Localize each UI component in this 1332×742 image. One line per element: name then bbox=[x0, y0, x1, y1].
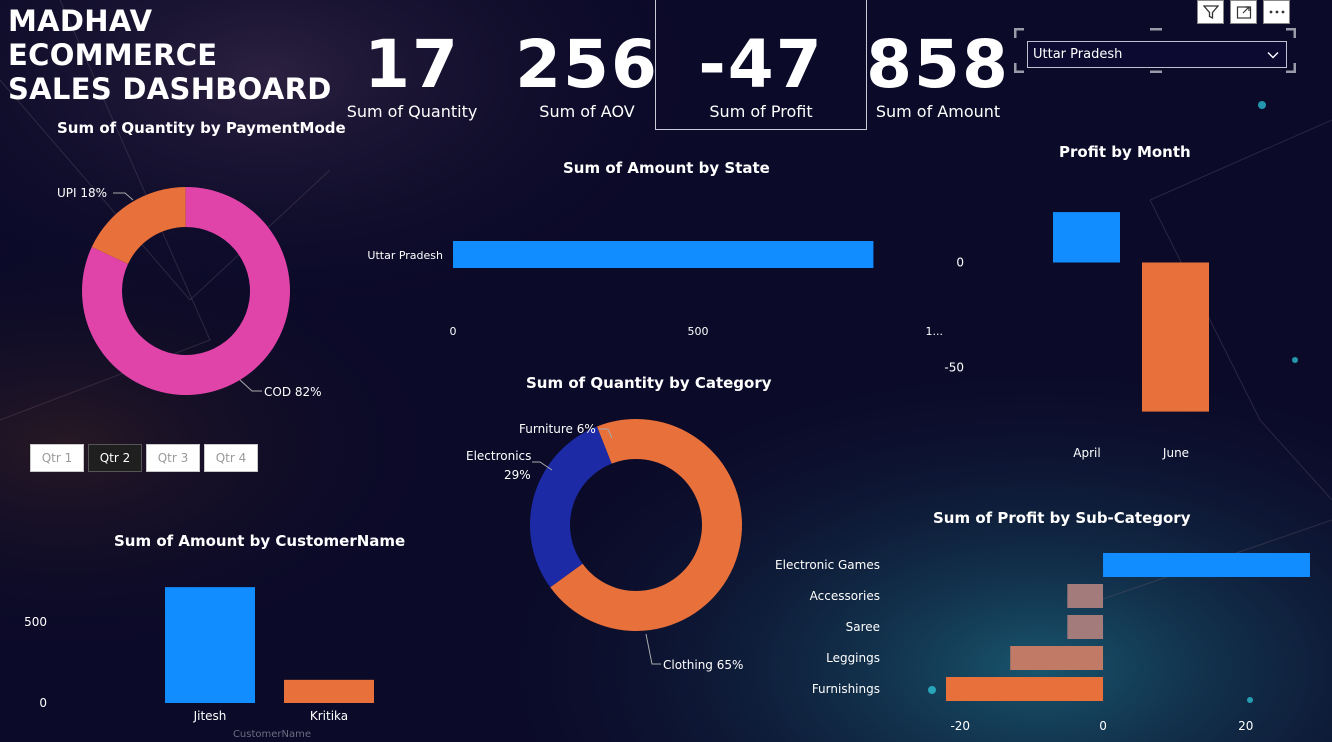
title-line-2: SALES DASHBOARD bbox=[8, 72, 332, 106]
subcategory-y-tick: Furnishings bbox=[812, 682, 880, 696]
kpi-label: Sum of Quantity bbox=[346, 102, 478, 121]
subcategory-y-tick: Electronic Games bbox=[775, 558, 880, 572]
payment-donut-chart bbox=[81, 187, 291, 395]
pie-label-electronics-name: Electronics bbox=[466, 449, 532, 463]
pie-label-cod: COD 82% bbox=[264, 385, 322, 399]
state-chart-title: Sum of Amount by State bbox=[563, 159, 770, 177]
subcategory-y-tick: Saree bbox=[846, 620, 880, 634]
subcategory-bar bbox=[1067, 615, 1104, 639]
month-y-tick: -50 bbox=[944, 361, 964, 375]
kpi-card-quantity: 17 Sum of Quantity bbox=[327, 28, 497, 122]
state-bar-chart: Uttar Pradesh0 500 1... bbox=[367, 241, 943, 338]
leader-line-upi bbox=[113, 192, 134, 201]
customer-bar bbox=[165, 587, 255, 703]
kpi-label: Sum of Profit bbox=[709, 102, 813, 121]
payment-chart-title: Sum of Quantity by PaymentMode bbox=[57, 119, 346, 137]
kpi-label: Sum of AOV bbox=[539, 102, 635, 121]
qtr-1-button[interactable]: Qtr 1 bbox=[30, 444, 84, 472]
kpi-card-profit[interactable]: -47 Sum of Profit bbox=[676, 28, 846, 122]
month-y-tick: 0 bbox=[956, 256, 964, 270]
state-dropdown[interactable]: Uttar Pradesh bbox=[1027, 41, 1287, 68]
customer-y-tick: 500 bbox=[24, 615, 47, 629]
subcategory-bar-chart: Electronic Games Accessories Saree Leggings… bbox=[775, 553, 1310, 733]
more-options-icon[interactable] bbox=[1263, 0, 1290, 24]
state-x-tick: 0 bbox=[450, 325, 457, 338]
donut-slice-electronics bbox=[530, 426, 612, 588]
visual-header-toolbar bbox=[1197, 0, 1290, 24]
subcategory-x-tick: -20 bbox=[950, 719, 970, 733]
title-line-1: MADHAV ECOMMERCE bbox=[8, 4, 218, 72]
kpi-value: 256 bbox=[515, 26, 659, 103]
dashboard-title: MADHAV ECOMMERCE SALES DASHBOARD bbox=[8, 4, 348, 106]
customer-x-tick: Kritika bbox=[310, 709, 348, 723]
subcategory-bar bbox=[946, 677, 1104, 701]
subcategory-x-tick: 0 bbox=[1099, 719, 1107, 733]
customer-y-tick: 0 bbox=[39, 696, 47, 710]
month-bar bbox=[1142, 262, 1209, 412]
qtr-2-button[interactable]: Qtr 2 bbox=[88, 444, 142, 472]
state-bar bbox=[453, 241, 874, 268]
subcategory-chart-title: Sum of Profit by Sub-Category bbox=[933, 509, 1191, 527]
month-x-tick: April bbox=[1073, 446, 1100, 460]
subcategory-bar bbox=[1010, 646, 1104, 670]
state-axis-label: Uttar Pradesh bbox=[367, 249, 443, 262]
subcategory-y-tick: Accessories bbox=[810, 589, 880, 603]
subcategory-y-tick: Leggings bbox=[826, 651, 880, 665]
pie-label-upi: UPI 18% bbox=[57, 186, 108, 200]
state-dropdown-value: Uttar Pradesh bbox=[1033, 47, 1123, 62]
kpi-label: Sum of Amount bbox=[875, 102, 1001, 121]
subcategory-x-tick: 20 bbox=[1238, 719, 1253, 733]
kpi-card-aov: 256 Sum of AOV bbox=[502, 28, 672, 122]
subcategory-bar bbox=[1067, 584, 1104, 608]
month-x-tick: June bbox=[1162, 446, 1189, 460]
pie-label-clothing: Clothing 65% bbox=[663, 658, 744, 672]
month-bar-chart: April June 0 -50 bbox=[944, 212, 1209, 460]
pie-label-furniture: Furniture 6% bbox=[519, 422, 596, 436]
subcategory-bar bbox=[1103, 553, 1310, 577]
chevron-down-icon bbox=[1266, 46, 1280, 71]
customer-x-axis-title: CustomerName bbox=[233, 729, 311, 740]
customer-chart-title: Sum of Amount by CustomerName bbox=[114, 532, 406, 550]
filter-icon[interactable] bbox=[1197, 0, 1224, 24]
kpi-card-amount: 858 Sum of Amount bbox=[853, 28, 1023, 122]
qtr-4-button[interactable]: Qtr 4 bbox=[204, 444, 258, 472]
pie-label-electronics-pct: 29% bbox=[504, 468, 531, 482]
leader-line-clothing bbox=[645, 633, 661, 665]
customer-x-tick: Jitesh bbox=[193, 709, 227, 723]
kpi-value: 17 bbox=[364, 26, 460, 103]
month-bar bbox=[1053, 212, 1120, 263]
customer-bar-chart: Jitesh Kritika 0 500 CustomerName bbox=[24, 587, 374, 740]
customer-bar bbox=[284, 679, 374, 703]
kpi-value: -47 bbox=[698, 26, 824, 103]
focus-mode-icon[interactable] bbox=[1230, 0, 1257, 24]
category-chart-title: Sum of Quantity by Category bbox=[526, 374, 772, 392]
qtr-3-button[interactable]: Qtr 3 bbox=[146, 444, 200, 472]
kpi-value: 858 bbox=[866, 26, 1010, 103]
month-chart-title: Profit by Month bbox=[1059, 143, 1191, 161]
state-x-tick: 500 bbox=[688, 325, 709, 338]
leader-line-cod bbox=[239, 379, 262, 392]
